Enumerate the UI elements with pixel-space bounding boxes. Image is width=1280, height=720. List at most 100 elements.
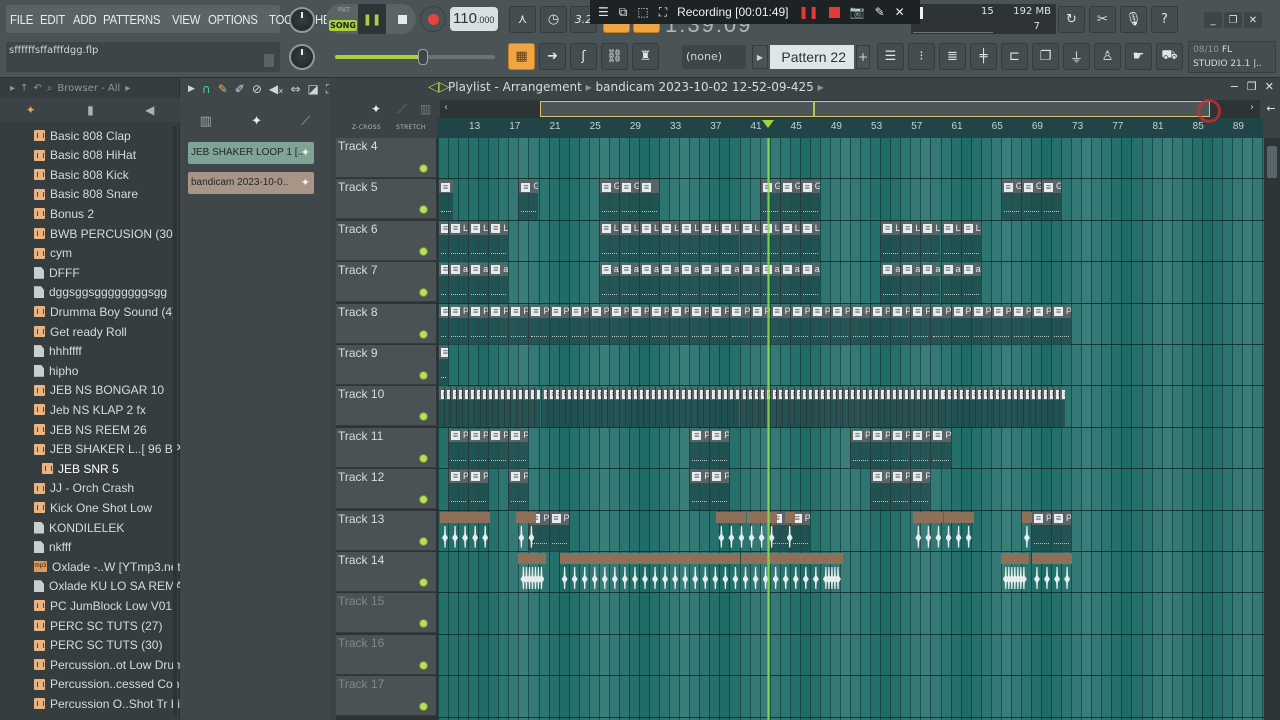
pattern-clip[interactable]: Pat..0: [990, 304, 1011, 345]
track-mute-led[interactable]: [419, 329, 428, 339]
pattern-clip[interactable]: am..2: [960, 263, 981, 304]
audio-clip[interactable]: [832, 553, 843, 593]
pattern-clip[interactable]: am..2: [759, 263, 780, 304]
browser-item[interactable]: DFFF: [34, 263, 80, 282]
audio-clip[interactable]: [726, 511, 737, 552]
pattern-clip[interactable]: [438, 221, 449, 262]
pattern-clip[interactable]: [639, 180, 660, 221]
pattern-clip[interactable]: Pat..0: [689, 428, 710, 469]
scrollbar-thumb[interactable]: [1267, 146, 1277, 178]
pattern-clip[interactable]: am..2: [659, 263, 680, 304]
add-pattern-button[interactable]: +: [856, 45, 870, 69]
audio-clip[interactable]: [750, 553, 761, 593]
track-mute-led[interactable]: [419, 288, 428, 298]
audio-clip[interactable]: [700, 553, 711, 593]
audio-clips-icon[interactable]: ✦: [251, 114, 262, 134]
pattern-clip[interactable]: Pat..0: [709, 428, 730, 469]
stop-button[interactable]: [388, 4, 416, 34]
pattern-clip[interactable]: am..2: [779, 263, 800, 304]
pattern-clip[interactable]: am..2: [679, 263, 700, 304]
pattern-clip[interactable]: Pat..0: [1030, 304, 1052, 345]
pattern-clip[interactable]: Pat..0: [528, 304, 549, 345]
audio-clip[interactable]: [589, 553, 600, 593]
audio-clip[interactable]: [800, 553, 811, 593]
track-mute-led[interactable]: [419, 453, 428, 463]
pattern-clip[interactable]: Pat..0: [809, 304, 830, 345]
audio-clip[interactable]: [953, 511, 964, 552]
browser-item[interactable]: JEB SHAKER L..[ 96 BPM ]: [34, 440, 180, 459]
pattern-clip[interactable]: GMS: [618, 180, 639, 221]
track-header[interactable]: Track 16: [336, 634, 436, 675]
touch-controller-button[interactable]: ☛: [1125, 43, 1152, 70]
audio-clip[interactable]: [913, 511, 924, 552]
audio-clip[interactable]: [1021, 511, 1032, 552]
pattern-clip[interactable]: Pat..4: [870, 470, 891, 511]
pattern-clip[interactable]: Pat..0: [689, 304, 710, 345]
delete-icon[interactable]: ⊘: [252, 82, 262, 96]
pattern-clip[interactable]: GMS: [759, 180, 780, 221]
pattern-clip[interactable]: am..2: [468, 263, 489, 304]
browser-item[interactable]: KONDILELEK: [34, 518, 124, 537]
browser-item[interactable]: PERC SC TUTS (27): [34, 616, 162, 635]
audio-clip[interactable]: [690, 553, 701, 593]
pattern-clip[interactable]: LE..nt: [448, 221, 469, 262]
wait-for-input-button[interactable]: ◷: [540, 6, 567, 33]
pattern-clip[interactable]: LE..nt: [960, 221, 981, 262]
pattern-clip[interactable]: [438, 346, 449, 386]
pattern-clip[interactable]: Pat..0: [588, 304, 609, 345]
audio-clip[interactable]: [440, 511, 450, 552]
pattern-selector[interactable]: Pattern 22: [770, 45, 854, 69]
browser-item[interactable]: Kick One Shot Low: [34, 498, 152, 517]
song-mode-button[interactable]: SONG: [329, 20, 357, 31]
menu-view[interactable]: VIEW: [172, 12, 200, 27]
paint-icon[interactable]: ✐: [235, 82, 245, 96]
pattern-clip[interactable]: LE..nt: [799, 221, 820, 262]
browser-item[interactable]: hipho: [34, 361, 78, 380]
menu-patterns[interactable]: PATTERNS: [103, 12, 160, 27]
arrow-left-icon[interactable]: ←: [1262, 100, 1280, 118]
menu-options[interactable]: OPTIONS: [208, 12, 258, 27]
pattern-clip[interactable]: am..2: [639, 263, 660, 304]
pattern-clips-icon[interactable]: ▥: [200, 114, 212, 134]
pattern-clip[interactable]: Pat..0: [870, 428, 891, 469]
pattern-clip[interactable]: Pat..0: [1010, 304, 1031, 345]
pattern-clip[interactable]: LE..nt: [618, 221, 639, 262]
pattern-clip[interactable]: LE..nt: [468, 221, 489, 262]
track-header[interactable]: Track 15: [336, 593, 436, 634]
track-header[interactable]: Track 7: [336, 262, 436, 303]
audio-clip[interactable]: [650, 553, 661, 593]
playlist-overview-scrollbar[interactable]: ‹ ›: [440, 100, 1260, 118]
audio-clip[interactable]: [770, 553, 781, 593]
audio-clip[interactable]: [933, 511, 944, 552]
fullscreen-capture-icon[interactable]: ⛶: [659, 5, 667, 20]
close-button[interactable]: ✕: [1265, 80, 1274, 93]
audio-clip[interactable]: [470, 511, 481, 552]
pattern-clip[interactable]: Pat..2: [548, 511, 569, 552]
pattern-clip[interactable]: [438, 263, 449, 304]
audio-clip[interactable]: [599, 553, 610, 593]
pattern-clip[interactable]: Pat..0: [608, 304, 629, 345]
audio-clip[interactable]: [716, 511, 727, 552]
pattern-clip[interactable]: am..2: [739, 263, 760, 304]
audio-clip[interactable]: [629, 553, 640, 593]
typing-keyboard-button[interactable]: ▦: [508, 43, 535, 70]
browser-item[interactable]: Bonus 2: [34, 204, 94, 223]
plugin-database-button[interactable]: ⏚: [1063, 43, 1090, 70]
pattern-clip[interactable]: Pat..0: [448, 428, 469, 469]
pattern-clip[interactable]: am..2: [719, 263, 740, 304]
track-mute-led[interactable]: [419, 164, 428, 173]
browser-item[interactable]: JEB NS REEM 26: [34, 420, 147, 439]
audio-clip[interactable]: [943, 511, 954, 552]
camera-icon[interactable]: 📷: [850, 5, 865, 19]
pattern-clip[interactable]: LE..nt: [639, 221, 660, 262]
playlist-grid[interactable]: GMSGMSGMSGMSGMSGMSGMSGMSGMSLE..ntLE..ntL…: [438, 138, 1264, 720]
audio-input-button[interactable]: 🎙: [1120, 6, 1147, 33]
pattern-clip[interactable]: LE..nt: [759, 221, 780, 262]
pattern-clip[interactable]: Pat..0: [669, 304, 690, 345]
pattern-clip[interactable]: Pat..0: [488, 304, 509, 345]
pattern-clip[interactable]: LE..nt: [900, 221, 921, 262]
pattern-clip[interactable]: Pat..0: [910, 304, 931, 345]
audio-clip[interactable]: [660, 553, 671, 593]
browser-item[interactable]: JEB SNR 5: [42, 459, 119, 478]
chevron-right-icon[interactable]: ▸: [125, 83, 130, 94]
